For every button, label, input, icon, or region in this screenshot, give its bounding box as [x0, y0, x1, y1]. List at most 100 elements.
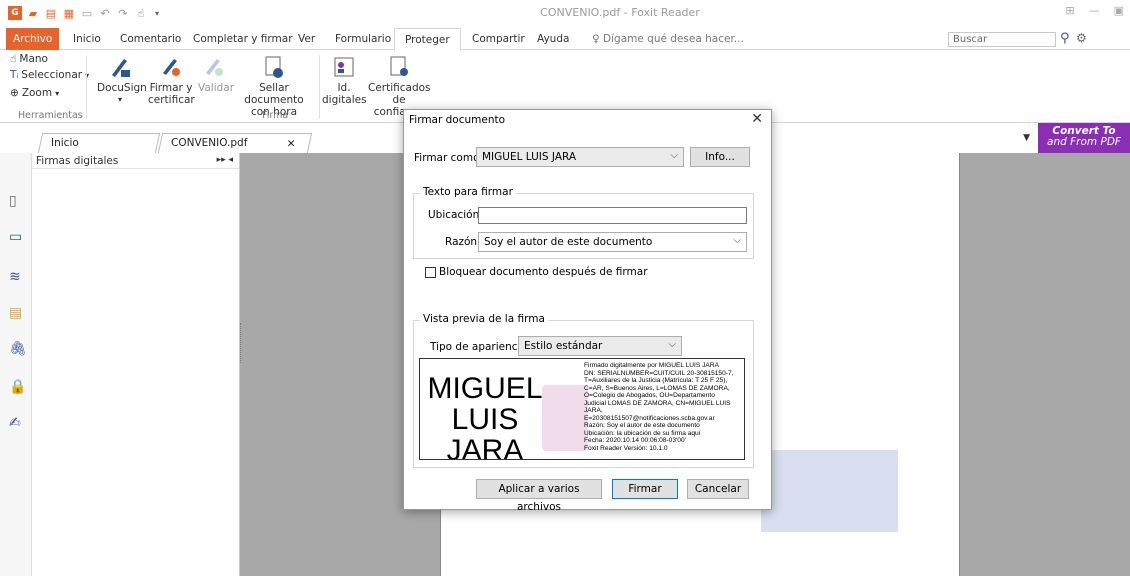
sign-as-value: MIGUEL LUIS JARA	[482, 151, 577, 163]
chevron-down-icon: ⌵	[670, 150, 678, 161]
sig-panel-header: Firmas digitales ▸▸ ◂	[32, 153, 239, 169]
text-to-sign-section: Texto para firmar Ubicación: Razón: Soy …	[413, 186, 754, 259]
reason-select[interactable]: Soy el autor de este documento ⌵	[478, 232, 747, 252]
tell-me-box[interactable]: ♀ Dígame qué desea hacer...	[592, 28, 744, 50]
maximize-icon[interactable]: ▣	[1114, 4, 1124, 17]
tab-inicio[interactable]: Inicio	[73, 28, 101, 50]
redo-icon[interactable]: ↷	[116, 6, 130, 20]
chevron-down-icon[interactable]: ▼	[1023, 133, 1030, 143]
open-file-icon[interactable]: ▰	[26, 6, 40, 20]
location-input[interactable]	[478, 207, 747, 224]
doc-tab-convenio[interactable]: CONVENIO.pdf ✕	[157, 133, 313, 153]
tab-completar-y-firmar[interactable]: Completar y firmar	[193, 28, 293, 50]
sign-document-dialog: Firmar documento ✕ Firmar como: MIGUEL L…	[403, 109, 772, 513]
minimize-icon[interactable]: —	[1089, 4, 1100, 17]
reason-value: Soy el autor de este documento	[484, 236, 653, 248]
preview-detail-line: Fecha: 2020.10.14 00:06:08-03'00'	[584, 437, 686, 444]
sign-as-label: Firmar como:	[414, 152, 484, 164]
hand-icon: ☝	[10, 53, 17, 65]
close-icon[interactable]: ✕	[751, 111, 763, 127]
appearance-type-label: Tipo de apariencia:	[430, 341, 531, 353]
zoom-icon: ⊕	[10, 87, 19, 99]
convert-banner[interactable]: Convert To and From PDF	[1038, 123, 1130, 153]
docusign-button[interactable]: DocuSign ▾	[97, 55, 147, 106]
digital-ids-label-2: digitales	[322, 94, 367, 106]
zoom-tool-button[interactable]: ⊕ Zoom ▾	[10, 87, 59, 99]
validate-icon	[202, 55, 226, 79]
hand-tool-button[interactable]: ☝ Mano	[10, 53, 48, 65]
save-icon[interactable]: ▤	[44, 6, 58, 20]
validate-label: Validar	[198, 82, 235, 94]
sign-certify-label-1: Firmar y	[149, 82, 193, 94]
certificate-icon	[387, 55, 411, 79]
signature-panel-icon[interactable]: ✍	[9, 415, 21, 431]
digital-ids-button[interactable]: Id. digitales	[322, 55, 367, 106]
tab-formulario[interactable]: Formulario	[335, 28, 391, 50]
validate-button[interactable]: Validar	[198, 55, 235, 94]
tab-ver[interactable]: Ver	[298, 28, 315, 50]
doc-tab-inicio[interactable]: Inicio	[37, 133, 161, 153]
location-label: Ubicación:	[428, 209, 483, 221]
layers-icon[interactable]: ≋	[9, 269, 21, 285]
preview-detail-line: DN: SERIALNUMBER=CUIT/CUIL 20-30815150-7…	[584, 369, 734, 377]
sign-as-select[interactable]: MIGUEL LUIS JARA ⌵	[476, 147, 684, 167]
preview-name-line1: MIGUEL	[427, 372, 543, 405]
panel-splitter[interactable]	[240, 323, 242, 363]
customize-toolbar-icon[interactable]: ▾	[150, 6, 164, 20]
security-lock-icon[interactable]: 🔒	[9, 379, 26, 395]
signature-preview-legend: Vista previa de la firma	[420, 313, 548, 325]
thumbnails-icon[interactable]: ▭	[9, 229, 22, 245]
undo-icon[interactable]: ↶	[98, 6, 112, 20]
tab-comentario[interactable]: Comentario	[120, 28, 181, 50]
sign-certify-label-2: certificar	[148, 94, 195, 106]
print-icon[interactable]: ▦	[62, 6, 76, 20]
info-button[interactable]: Info...	[690, 147, 750, 167]
timestamp-button[interactable]: Sellar documento con hora	[234, 55, 314, 118]
attachments-icon[interactable]: 🖇	[9, 341, 27, 357]
comments-icon[interactable]: ▤	[9, 305, 22, 321]
tab-compartir[interactable]: Compartir	[472, 28, 525, 50]
email-icon[interactable]: ▭	[80, 6, 94, 20]
docusign-label: DocuSign	[97, 82, 147, 94]
doc-tab-inicio-label: Inicio	[51, 137, 79, 149]
ribbon-divider	[319, 55, 320, 119]
pages-icon[interactable]: ▯	[9, 193, 17, 209]
sign-certify-icon	[159, 55, 183, 79]
preview-detail-line: T=Auxiliares de la Justicia (Matrícula: …	[584, 377, 728, 384]
foxit-watermark-icon	[542, 385, 588, 451]
apply-multiple-files-button[interactable]: Aplicar a varios archivos	[476, 479, 602, 513]
lock-document-checkbox[interactable]	[425, 267, 436, 278]
timestamp-icon	[262, 55, 286, 79]
search-input[interactable]: Buscar	[948, 32, 1056, 47]
preview-detail-line: Razón: Soy el autor de este documento	[584, 422, 700, 429]
dialog-title: Firmar documento	[409, 114, 506, 126]
app-logo: G	[8, 6, 22, 20]
search-icon[interactable]: ⚲	[1060, 31, 1070, 46]
sig-panel-title: Firmas digitales	[36, 155, 119, 167]
digital-ids-label-1: Id.	[337, 82, 351, 94]
select-tool-button[interactable]: Tᵢ Seleccionar ▾	[10, 69, 89, 81]
sign-button[interactable]: Firmar	[612, 479, 678, 499]
tab-archivo[interactable]: Archivo	[6, 28, 60, 50]
sign-certify-button[interactable]: Firmar y certificar	[148, 55, 195, 106]
lock-document-label: Bloquear documento después de firmar	[439, 266, 648, 278]
preview-detail-line: O=Colegio de Abogados, OU=Departamento	[584, 392, 715, 399]
appearance-type-select[interactable]: Estilo estándar ⌵	[518, 336, 682, 356]
cancel-button[interactable]: Cancelar	[687, 479, 749, 499]
doc-tab-convenio-label: CONVENIO.pdf	[171, 137, 248, 149]
close-tab-icon[interactable]: ✕	[287, 138, 296, 150]
preview-detail-line: C=AR, S=Buenos Aires, L=LOMAS DE ZAMORA,	[584, 384, 730, 392]
gear-icon[interactable]: ⚙	[1076, 31, 1087, 45]
hand-label: Mano	[19, 53, 48, 65]
tab-proteger[interactable]: Proteger	[394, 28, 461, 51]
chevron-down-icon: ⌵	[733, 235, 741, 246]
panel-collapse-icon[interactable]: ▸▸ ◂	[217, 155, 233, 165]
preview-name-line2: LUIS JARA	[446, 403, 524, 460]
tab-ayuda[interactable]: Ayuda	[537, 28, 569, 50]
convert-banner-line2: and From PDF	[1047, 136, 1121, 148]
trusted-certs-label-1: Certificados	[368, 82, 431, 94]
hand-tool-quick-icon[interactable]: ☝	[134, 6, 148, 20]
zoom-label: Zoom	[21, 87, 53, 99]
tell-me-text: Dígame qué desea hacer...	[603, 33, 744, 45]
ribbon-display-icon[interactable]: ⊞	[1065, 4, 1074, 17]
